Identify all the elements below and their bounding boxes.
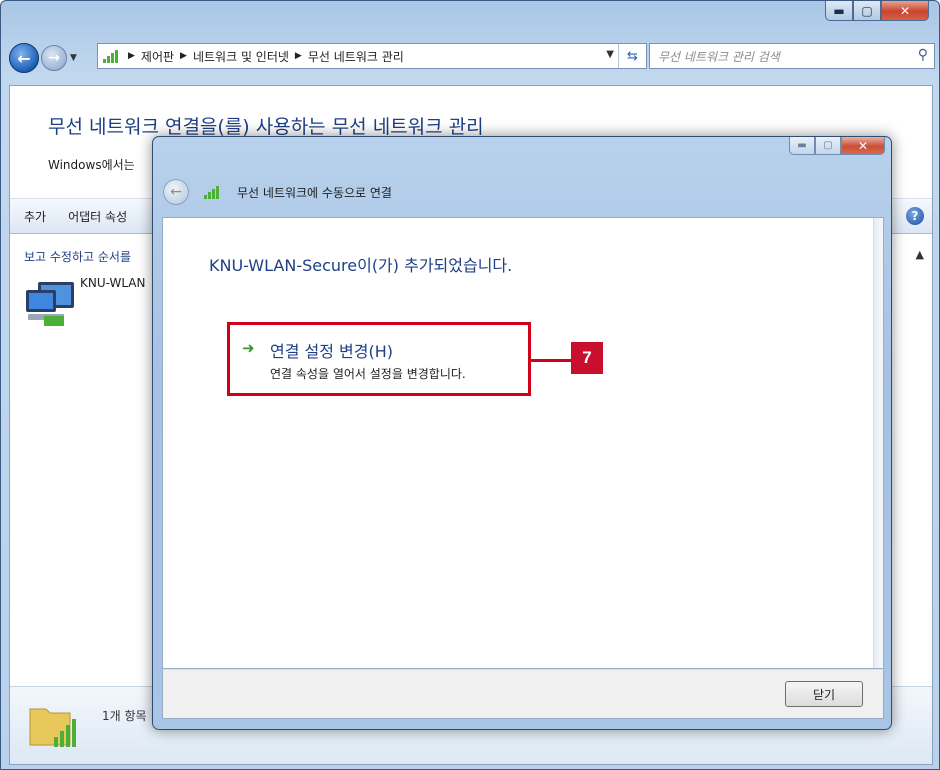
toolbar-adapter-properties-button[interactable]: 어댑터 속성 [68, 208, 127, 225]
dialog-window-controls: ▬ ▢ ✕ [789, 137, 885, 155]
scroll-up-icon[interactable]: ▲ [916, 248, 924, 261]
minimize-button[interactable]: ▬ [825, 1, 853, 21]
network-name[interactable]: KNU-WLAN [80, 276, 145, 290]
link-title[interactable]: 연결 설정 변경(H) [270, 338, 393, 362]
close-window-button[interactable]: ✕ [881, 1, 929, 21]
search-icon[interactable]: ⚲ [918, 47, 928, 63]
dialog-footer: 닫기 [162, 669, 884, 719]
item-count: 1개 항목 [102, 709, 147, 723]
back-button[interactable]: ← [9, 43, 39, 73]
breadcrumb-network-internet[interactable]: 네트워크 및 인터넷 [193, 48, 289, 65]
maximize-button[interactable]: ▢ [853, 1, 881, 21]
connect-manually-dialog: ▬ ▢ ✕ ← 무선 네트워크에 수동으로 연결 KNU-WLAN-Secure… [152, 136, 892, 730]
breadcrumb-wireless-manage[interactable]: 무선 네트워크 관리 [308, 48, 404, 65]
dialog-maximize-button[interactable]: ▢ [815, 137, 841, 155]
step-number-badge: 7 [571, 342, 603, 374]
search-input[interactable]: 무선 네트워크 관리 검색 [658, 48, 780, 65]
wireless-signal-icon [204, 186, 219, 199]
page-description: Windows에서는 [48, 158, 135, 172]
close-button[interactable]: 닫기 [785, 681, 863, 707]
refresh-icon: ⇆ [627, 48, 638, 64]
recent-pages-dropdown-icon[interactable]: ▼ [70, 53, 77, 63]
breadcrumb-control-panel[interactable]: 제어판 [141, 48, 174, 65]
refresh-button[interactable]: ⇆ [618, 44, 646, 68]
address-dropdown-icon[interactable]: ▼ [606, 49, 614, 60]
breadcrumb-separator-icon: ▶ [128, 51, 135, 61]
back-arrow-icon: ← [170, 184, 182, 200]
breadcrumb-separator-icon: ▶ [180, 51, 187, 61]
green-arrow-icon: ➜ [242, 339, 255, 357]
callout-connector [531, 359, 571, 362]
dialog-scrollbar[interactable] [873, 218, 883, 668]
help-icon[interactable]: ? [906, 207, 924, 225]
dialog-minimize-button[interactable]: ▬ [789, 137, 815, 155]
dialog-title: 무선 네트워크에 수동으로 연결 [237, 185, 392, 200]
navigation-bar: ← → ▼ ▶ 제어판 ▶ 네트워크 및 인터넷 ▶ 무선 네트워크 관리 ▼ … [9, 41, 935, 75]
folder-wireless-icon [29, 708, 76, 747]
search-box[interactable]: 무선 네트워크 관리 검색 ⚲ [649, 43, 935, 69]
forward-arrow-icon: → [48, 50, 60, 66]
address-bar[interactable]: ▶ 제어판 ▶ 네트워크 및 인터넷 ▶ 무선 네트워크 관리 ▼ ⇆ [97, 43, 647, 69]
back-arrow-icon: ← [17, 48, 31, 68]
list-header: 보고 수정하고 순서를 [24, 250, 131, 264]
dialog-header: ← 무선 네트워크에 수동으로 연결 [163, 179, 392, 205]
forward-button[interactable]: → [41, 45, 67, 71]
window-controls: ▬ ▢ ✕ [825, 1, 929, 21]
link-description: 연결 속성을 열어서 설정을 변경합니다. [270, 367, 466, 381]
wireless-network-icon[interactable] [22, 276, 78, 332]
wireless-signal-icon [103, 50, 118, 63]
toolbar-add-button[interactable]: 추가 [24, 208, 46, 225]
dialog-close-button[interactable]: ✕ [841, 137, 885, 155]
dialog-body: KNU-WLAN-Secure이(가) 추가되었습니다. ➜ 연결 설정 변경(… [162, 217, 884, 669]
dialog-heading: KNU-WLAN-Secure이(가) 추가되었습니다. [209, 256, 513, 275]
dialog-back-button[interactable]: ← [163, 179, 189, 205]
page-title: 무선 네트워크 연결을(를) 사용하는 무선 네트워크 관리 [48, 116, 484, 138]
breadcrumb-separator-icon: ▶ [294, 51, 302, 61]
change-connection-settings-link[interactable]: ➜ 연결 설정 변경(H) 연결 속성을 열어서 설정을 변경합니다. [227, 322, 531, 396]
